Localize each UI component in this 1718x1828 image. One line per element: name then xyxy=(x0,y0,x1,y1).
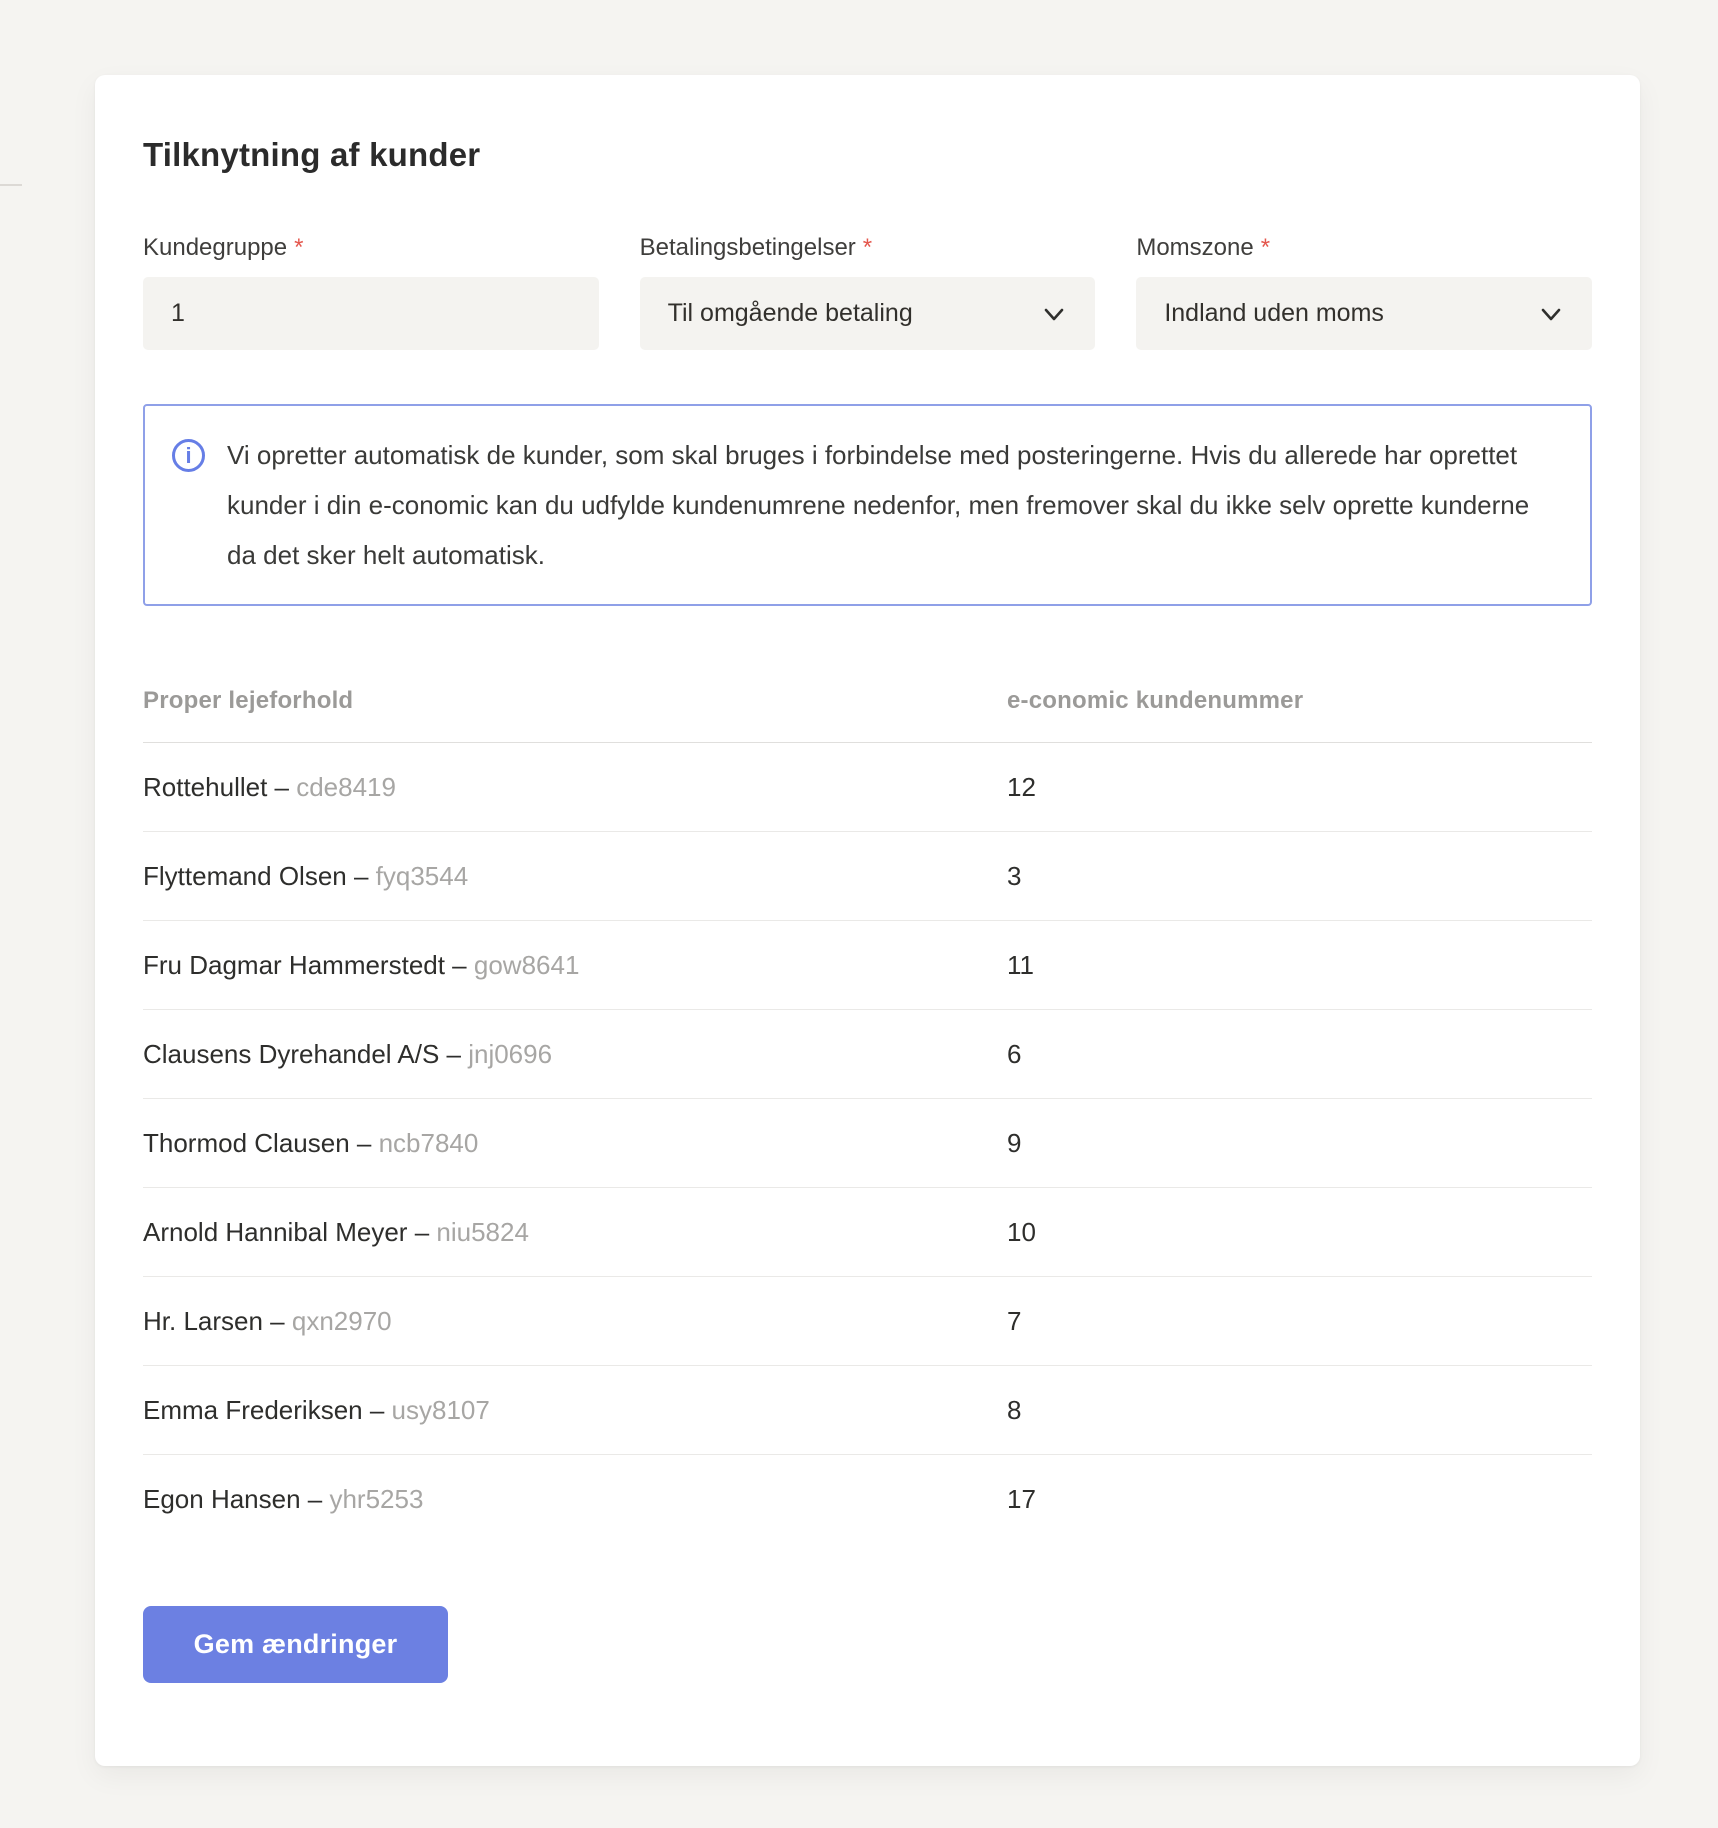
momszone-value: Indland uden moms xyxy=(1164,299,1384,328)
momszone-select[interactable]: Indland uden moms xyxy=(1136,277,1592,350)
betalingsbetingelser-label: Betalingsbetingelser* xyxy=(640,233,1096,263)
required-asterisk: * xyxy=(863,234,872,261)
table-row: Clausens Dyrehandel A/S – jnj06966 xyxy=(143,1010,1592,1099)
customer-mapping-table: Proper lejeforhold e-conomic kundenummer… xyxy=(143,686,1592,1544)
tenancy-cell: Thormod Clausen – ncb7840 xyxy=(143,1128,1007,1159)
tenancy-code: yhr5253 xyxy=(329,1484,423,1514)
table-row: Emma Frederiksen – usy81078 xyxy=(143,1366,1592,1455)
chevron-down-icon xyxy=(1041,301,1067,327)
tenancy-name: Egon Hansen – xyxy=(143,1484,329,1514)
kundegruppe-input[interactable] xyxy=(143,277,599,350)
customer-number: 11 xyxy=(1007,950,1592,981)
tenancy-cell: Flyttemand Olsen – fyq3544 xyxy=(143,861,1007,892)
tenancy-name: Arnold Hannibal Meyer – xyxy=(143,1217,436,1247)
chevron-down-icon xyxy=(1538,301,1564,327)
required-asterisk: * xyxy=(294,234,303,261)
tenancy-code: gow8641 xyxy=(474,950,580,980)
betalingsbetingelser-select[interactable]: Til omgående betaling xyxy=(640,277,1096,350)
info-icon: i xyxy=(172,439,205,472)
customer-number: 9 xyxy=(1007,1128,1592,1159)
tenancy-cell: Egon Hansen – yhr5253 xyxy=(143,1484,1007,1515)
tenancy-cell: Hr. Larsen – qxn2970 xyxy=(143,1306,1007,1337)
tenancy-cell: Fru Dagmar Hammerstedt – gow8641 xyxy=(143,950,1007,981)
betalingsbetingelser-value: Til omgående betaling xyxy=(668,299,913,328)
momszone-label: Momszone* xyxy=(1136,233,1592,263)
info-banner: i Vi opretter automatisk de kunder, som … xyxy=(143,404,1592,606)
tenancy-cell: Emma Frederiksen – usy8107 xyxy=(143,1395,1007,1426)
field-kundegruppe: Kundegruppe* xyxy=(143,233,599,350)
kundegruppe-label: Kundegruppe* xyxy=(143,233,599,263)
table-row: Thormod Clausen – ncb78409 xyxy=(143,1099,1592,1188)
tenancy-name: Fru Dagmar Hammerstedt – xyxy=(143,950,474,980)
tenancy-code: niu5824 xyxy=(436,1217,529,1247)
table-row: Egon Hansen – yhr525317 xyxy=(143,1455,1592,1544)
table-row: Fru Dagmar Hammerstedt – gow864111 xyxy=(143,921,1592,1010)
table-header: Proper lejeforhold e-conomic kundenummer xyxy=(143,686,1592,743)
customer-number: 3 xyxy=(1007,861,1592,892)
customer-number: 6 xyxy=(1007,1039,1592,1070)
customer-number: 12 xyxy=(1007,772,1592,803)
tenancy-code: fyq3544 xyxy=(376,861,469,891)
form-fields-row: Kundegruppe* Betalingsbetingelser* Til o… xyxy=(143,233,1592,350)
field-betalingsbetingelser: Betalingsbetingelser* Til omgående betal… xyxy=(640,233,1096,350)
column-header-economic-kundenummer: e-conomic kundenummer xyxy=(1007,686,1592,716)
required-asterisk: * xyxy=(1261,234,1270,261)
tenancy-name: Clausens Dyrehandel A/S – xyxy=(143,1039,468,1069)
tenancy-code: usy8107 xyxy=(392,1395,490,1425)
tenancy-cell: Arnold Hannibal Meyer – niu5824 xyxy=(143,1217,1007,1248)
page-title: Tilknytning af kunder xyxy=(143,135,1592,175)
customer-association-card: Tilknytning af kunder Kundegruppe* Betal… xyxy=(95,75,1640,1766)
tenancy-name: Thormod Clausen – xyxy=(143,1128,379,1158)
tenancy-code: cde8419 xyxy=(296,772,396,802)
tenancy-cell: Rottehullet – cde8419 xyxy=(143,772,1007,803)
table-row: Rottehullet – cde841912 xyxy=(143,743,1592,832)
save-button[interactable]: Gem ændringer xyxy=(143,1606,448,1683)
table-row: Hr. Larsen – qxn29707 xyxy=(143,1277,1592,1366)
tenancy-code: qxn2970 xyxy=(292,1306,392,1336)
customer-number: 10 xyxy=(1007,1217,1592,1248)
tenancy-code: ncb7840 xyxy=(379,1128,479,1158)
info-banner-text: Vi opretter automatisk de kunder, som sk… xyxy=(227,430,1554,580)
table-row: Arnold Hannibal Meyer – niu582410 xyxy=(143,1188,1592,1277)
background-divider-line xyxy=(0,184,22,186)
tenancy-name: Rottehullet – xyxy=(143,772,296,802)
tenancy-name: Emma Frederiksen – xyxy=(143,1395,392,1425)
table-body: Rottehullet – cde841912Flyttemand Olsen … xyxy=(143,743,1592,1544)
field-momszone: Momszone* Indland uden moms xyxy=(1136,233,1592,350)
customer-number: 8 xyxy=(1007,1395,1592,1426)
table-row: Flyttemand Olsen – fyq35443 xyxy=(143,832,1592,921)
tenancy-name: Hr. Larsen – xyxy=(143,1306,292,1336)
customer-number: 17 xyxy=(1007,1484,1592,1515)
tenancy-cell: Clausens Dyrehandel A/S – jnj0696 xyxy=(143,1039,1007,1070)
tenancy-code: jnj0696 xyxy=(468,1039,552,1069)
customer-number: 7 xyxy=(1007,1306,1592,1337)
tenancy-name: Flyttemand Olsen – xyxy=(143,861,376,891)
column-header-proper-lejeforhold: Proper lejeforhold xyxy=(143,686,1007,716)
